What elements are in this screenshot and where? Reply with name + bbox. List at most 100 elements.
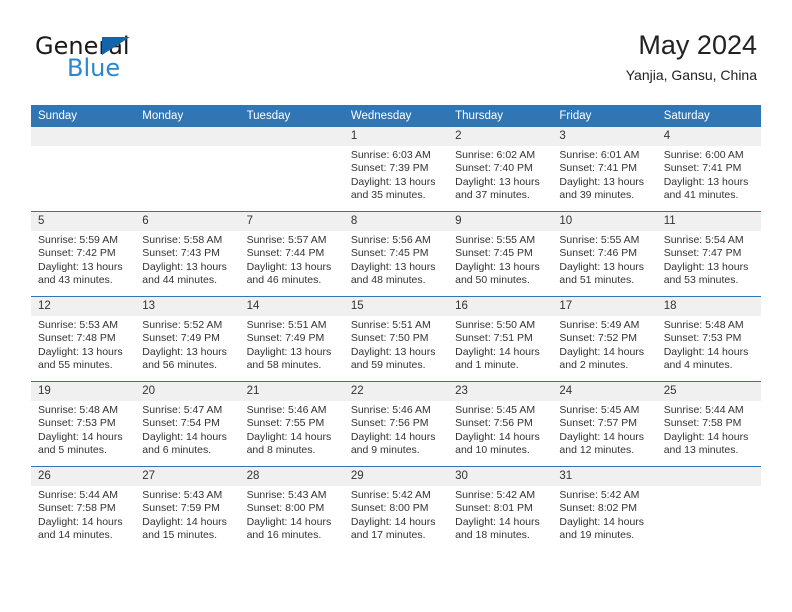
day-number [31, 127, 136, 146]
day-number: 10 [552, 212, 657, 231]
day-cell-18[interactable]: 18 Sunrise: 5:48 AM Sunset: 7:53 PM Dayligh… [656, 296, 761, 382]
day-cell-9[interactable]: 9 Sunrise: 5:55 AM Sunset: 7:45 PM Daylight… [448, 211, 553, 297]
day-cell-6[interactable]: 6 Sunrise: 5:58 AM Sunset: 7:43 PM Daylight… [135, 211, 240, 297]
sunset-text: Sunset: 7:56 PM [350, 417, 429, 430]
day-cell-15[interactable]: 15 Sunrise: 5:51 AM Sunset: 7:50 PM Dayligh… [343, 296, 449, 382]
day-cell-8[interactable]: 8 Sunrise: 5:56 AM Sunset: 7:45 PM Daylight… [343, 211, 449, 297]
sunrise-text: Sunrise: 5:47 AM [142, 404, 223, 416]
day-number [656, 467, 761, 486]
day-details: Sunrise: 5:58 AM Sunset: 7:43 PM Daylight:… [135, 231, 239, 288]
sunrise-text: Sunrise: 5:59 AM [38, 234, 118, 246]
sunset-text: Sunset: 7:55 PM [246, 417, 325, 430]
day-details: Sunrise: 6:03 AM Sunset: 7:39 PM Daylight:… [344, 146, 448, 203]
page-title: May 2024 [638, 30, 757, 60]
sunset-text: Sunset: 7:45 PM [455, 247, 533, 260]
calendar-week-row: 12 Sunrise: 5:53 AM Sunset: 7:48 PM Dayligh… [31, 296, 761, 382]
calendar-week-row: 19 Sunrise: 5:48 AM Sunset: 7:53 PM Dayligh… [31, 381, 761, 467]
day-number: 2 [448, 127, 553, 146]
weekday-header-monday: Monday [135, 105, 240, 127]
day-cell-4[interactable]: 4 Sunrise: 6:00 AM Sunset: 7:41 PM Daylight… [656, 127, 761, 212]
day-details: Sunrise: 5:45 AM Sunset: 7:57 PM Daylight:… [552, 401, 656, 458]
logo-triangle-icon [102, 37, 130, 55]
day-cell-16[interactable]: 16 Sunrise: 5:50 AM Sunset: 7:51 PM Dayligh… [448, 296, 553, 382]
day-cell-13[interactable]: 13 Sunrise: 5:52 AM Sunset: 7:49 PM Dayligh… [135, 296, 240, 382]
day-cell-1[interactable]: 1 Sunrise: 6:03 AM Sunset: 7:39 PM Daylight… [343, 127, 449, 212]
day-cell-29[interactable]: 29 Sunrise: 5:42 AM Sunset: 8:00 PM Dayligh… [343, 466, 449, 551]
sunset-text: Sunset: 7:54 PM [142, 417, 220, 430]
sunrise-text: Sunrise: 5:51 AM [350, 319, 431, 331]
daylight-text: Daylight: 13 hours and 56 minutes. [142, 345, 227, 372]
day-number: 27 [135, 467, 240, 486]
day-details: Sunrise: 5:56 AM Sunset: 7:45 PM Daylight:… [344, 231, 448, 288]
weekday-header-tuesday: Tuesday [239, 105, 344, 127]
day-number: 31 [552, 467, 657, 486]
day-cell-empty [135, 127, 240, 212]
day-details: Sunrise: 5:53 AM Sunset: 7:48 PM Daylight:… [31, 316, 135, 373]
day-details: Sunrise: 5:50 AM Sunset: 7:51 PM Daylight:… [448, 316, 552, 373]
day-cell-27[interactable]: 27 Sunrise: 5:43 AM Sunset: 7:59 PM Dayligh… [135, 466, 240, 551]
day-cell-19[interactable]: 19 Sunrise: 5:48 AM Sunset: 7:53 PM Dayligh… [31, 381, 136, 467]
sunrise-text: Sunrise: 5:54 AM [663, 234, 744, 246]
sunrise-text: Sunrise: 6:01 AM [559, 149, 640, 161]
day-cell-7[interactable]: 7 Sunrise: 5:57 AM Sunset: 7:44 PM Daylight… [239, 211, 344, 297]
day-details: Sunrise: 5:42 AM Sunset: 8:02 PM Daylight:… [552, 486, 656, 543]
day-number: 7 [239, 212, 344, 231]
daylight-text: Daylight: 13 hours and 48 minutes. [350, 260, 436, 287]
day-details: Sunrise: 5:43 AM Sunset: 8:00 PM Daylight:… [240, 486, 344, 543]
day-details: Sunrise: 6:01 AM Sunset: 7:41 PM Daylight:… [552, 146, 656, 203]
daylight-text: Daylight: 13 hours and 35 minutes. [350, 175, 436, 202]
day-cell-31[interactable]: 31 Sunrise: 5:42 AM Sunset: 8:02 PM Dayligh… [552, 466, 657, 551]
sunrise-text: Sunrise: 6:00 AM [663, 149, 744, 161]
general-blue-logo[interactable]: General Blue [35, 34, 235, 90]
day-cell-3[interactable]: 3 Sunrise: 6:01 AM Sunset: 7:41 PM Daylight… [552, 127, 657, 212]
daylight-text: Daylight: 14 hours and 16 minutes. [246, 515, 332, 542]
sunrise-text: Sunrise: 5:42 AM [559, 489, 640, 501]
day-cell-2[interactable]: 2 Sunrise: 6:02 AM Sunset: 7:40 PM Daylight… [448, 127, 553, 212]
day-number: 1 [343, 127, 449, 146]
day-details: Sunrise: 5:47 AM Sunset: 7:54 PM Daylight:… [135, 401, 239, 458]
day-cell-22[interactable]: 22 Sunrise: 5:46 AM Sunset: 7:56 PM Dayligh… [343, 381, 449, 467]
sunset-text: Sunset: 8:00 PM [350, 502, 429, 515]
sunset-text: Sunset: 7:58 PM [663, 417, 742, 430]
calendar-week-row: 26 Sunrise: 5:44 AM Sunset: 7:58 PM Dayligh… [31, 466, 761, 551]
day-number: 26 [31, 467, 136, 486]
day-cell-30[interactable]: 30 Sunrise: 5:42 AM Sunset: 8:01 PM Dayligh… [448, 466, 553, 551]
sunset-text: Sunset: 7:41 PM [559, 162, 638, 175]
day-cell-17[interactable]: 17 Sunrise: 5:49 AM Sunset: 7:52 PM Dayligh… [552, 296, 657, 382]
day-cell-28[interactable]: 28 Sunrise: 5:43 AM Sunset: 8:00 PM Dayligh… [239, 466, 344, 551]
weekday-header-wednesday: Wednesday [343, 105, 449, 127]
day-details: Sunrise: 6:02 AM Sunset: 7:40 PM Daylight:… [448, 146, 552, 203]
day-cell-21[interactable]: 21 Sunrise: 5:46 AM Sunset: 7:55 PM Dayligh… [239, 381, 344, 467]
day-details: Sunrise: 5:48 AM Sunset: 7:53 PM Daylight:… [657, 316, 761, 373]
day-cell-25[interactable]: 25 Sunrise: 5:44 AM Sunset: 7:58 PM Dayligh… [656, 381, 761, 467]
day-cell-10[interactable]: 10 Sunrise: 5:55 AM Sunset: 7:46 PM Dayligh… [552, 211, 657, 297]
day-details: Sunrise: 5:52 AM Sunset: 7:49 PM Daylight:… [135, 316, 239, 373]
day-cell-14[interactable]: 14 Sunrise: 5:51 AM Sunset: 7:49 PM Dayligh… [239, 296, 344, 382]
day-cell-12[interactable]: 12 Sunrise: 5:53 AM Sunset: 7:48 PM Dayligh… [31, 296, 136, 382]
logo-word-blue: Blue [67, 54, 121, 82]
day-number: 14 [239, 297, 344, 316]
day-cell-23[interactable]: 23 Sunrise: 5:45 AM Sunset: 7:56 PM Dayligh… [448, 381, 553, 467]
day-number [135, 127, 240, 146]
day-number: 11 [656, 212, 761, 231]
day-cell-26[interactable]: 26 Sunrise: 5:44 AM Sunset: 7:58 PM Dayligh… [31, 466, 136, 551]
sunset-text: Sunset: 7:48 PM [38, 332, 116, 345]
day-details: Sunrise: 5:42 AM Sunset: 8:01 PM Daylight:… [448, 486, 552, 543]
day-number: 4 [656, 127, 761, 146]
day-details: Sunrise: 5:57 AM Sunset: 7:44 PM Daylight:… [240, 231, 344, 288]
day-cell-24[interactable]: 24 Sunrise: 5:45 AM Sunset: 7:57 PM Dayligh… [552, 381, 657, 467]
sunrise-text: Sunrise: 5:50 AM [455, 319, 536, 331]
daylight-text: Daylight: 14 hours and 5 minutes. [38, 430, 123, 457]
sunset-text: Sunset: 7:52 PM [559, 332, 638, 345]
day-cell-empty [31, 127, 136, 212]
day-cell-11[interactable]: 11 Sunrise: 5:54 AM Sunset: 7:47 PM Dayligh… [656, 211, 761, 297]
sunrise-text: Sunrise: 6:02 AM [455, 149, 536, 161]
daylight-text: Daylight: 14 hours and 13 minutes. [663, 430, 749, 457]
sunrise-text: Sunrise: 5:46 AM [350, 404, 431, 416]
day-details: Sunrise: 5:46 AM Sunset: 7:55 PM Daylight:… [240, 401, 344, 458]
daylight-text: Daylight: 13 hours and 41 minutes. [663, 175, 749, 202]
day-cell-5[interactable]: 5 Sunrise: 5:59 AM Sunset: 7:42 PM Daylight… [31, 211, 136, 297]
daylight-text: Daylight: 13 hours and 59 minutes. [350, 345, 436, 372]
sunset-text: Sunset: 7:53 PM [663, 332, 742, 345]
day-cell-20[interactable]: 20 Sunrise: 5:47 AM Sunset: 7:54 PM Dayligh… [135, 381, 240, 467]
